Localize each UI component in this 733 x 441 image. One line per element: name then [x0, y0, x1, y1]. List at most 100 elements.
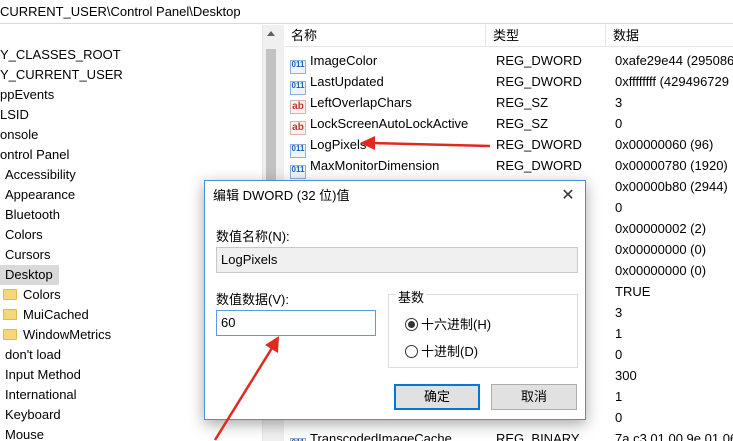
value-row[interactable]: 011 LogPixels REG_DWORD 0x00000060 (96): [284, 134, 733, 158]
value-name: LogPixels: [310, 137, 367, 152]
value-type: REG_SZ: [496, 116, 549, 131]
value-data: 3: [615, 305, 623, 320]
value-row[interactable]: 011 ImageColor REG_DWORD 0xafe29e44 (295086…: [284, 50, 733, 74]
tree-item[interactable]: Bluetooth: [0, 205, 66, 225]
tree-item[interactable]: onsole: [0, 125, 44, 145]
value-name-field: LogPixels: [216, 247, 578, 273]
value-name-cell: ab LockScreenAutoLockActive: [290, 113, 486, 135]
folder-icon: [3, 329, 17, 340]
tree-item-label: Y_CLASSES_ROOT: [0, 47, 121, 62]
tree-item[interactable]: Cursors: [0, 245, 57, 265]
value-data: 0xffffffff (429496729: [615, 74, 729, 89]
tree-item[interactable]: ppEvents: [0, 85, 60, 105]
tree-item-label: Colors: [5, 227, 43, 242]
value-data: 300: [615, 368, 637, 383]
radio-selected-icon: [405, 318, 418, 331]
value-name-cell: ab LeftOverlapChars: [290, 92, 486, 114]
hex-label: 十六进制(H): [421, 317, 492, 332]
tree-item[interactable]: LSID: [0, 105, 35, 125]
tree-item[interactable]: ontrol Panel: [0, 145, 75, 165]
tree-item-label: Bluetooth: [5, 207, 60, 222]
tree-item[interactable]: MuiCached: [0, 305, 95, 325]
tree-item-label: Keyboard: [5, 407, 61, 422]
radio-unselected-icon: [405, 345, 418, 358]
string-value-icon: ab: [290, 121, 306, 135]
value-data: 0x00000b80 (2944): [615, 179, 728, 194]
value-data: 1: [615, 326, 623, 341]
tree-item-label: Mouse: [5, 427, 45, 441]
tree-item-label: ontrol Panel: [0, 147, 70, 162]
value-name-label: 数值名称(N):: [216, 229, 290, 244]
value-type: REG_BINARY: [496, 431, 580, 441]
value-type: REG_DWORD: [496, 53, 582, 68]
tree-item-label: Cursors: [5, 247, 51, 262]
tree-item-label: Accessibility: [5, 167, 76, 182]
address-bar[interactable]: CURRENT_USER\Control Panel\Desktop: [0, 0, 733, 24]
value-name: MaxMonitorDimension: [310, 158, 440, 173]
value-row[interactable]: 011TranscodedImageCache REG_BINARY 7a c3 0…: [284, 428, 733, 441]
tree-item-label: Input Method: [5, 367, 81, 382]
radio-decimal[interactable]: 十进制(D): [405, 341, 478, 360]
value-row[interactable]: 011 MaxMonitorDimension REG_DWORD 0x0000078…: [284, 155, 733, 179]
value-data: 3: [615, 95, 623, 110]
tree-item[interactable]: Y_CLASSES_ROOT: [0, 45, 127, 65]
tree-item-label: International: [5, 387, 77, 402]
column-header-data[interactable]: 数据: [606, 25, 733, 47]
tree-item-label: MuiCached: [23, 307, 89, 322]
value-name-cell: 011TranscodedImageCache: [290, 428, 486, 441]
column-header-type[interactable]: 类型: [486, 25, 606, 47]
tree-item-label: don't load: [5, 347, 61, 362]
tree-item-label: onsole: [0, 127, 39, 142]
scroll-up-icon[interactable]: [267, 31, 275, 36]
value-name: ImageColor: [310, 53, 378, 68]
address-path: CURRENT_USER\Control Panel\Desktop: [0, 4, 241, 19]
tree-item-label: Appearance: [5, 187, 76, 202]
value-data: 0x00000060 (96): [615, 137, 714, 152]
tree-item[interactable]: Input Method: [0, 365, 87, 385]
tree-item[interactable]: Desktop: [0, 265, 59, 285]
tree-item[interactable]: Appearance: [0, 185, 81, 205]
close-icon[interactable]: ✕: [557, 185, 579, 207]
value-row[interactable]: ab LockScreenAutoLockActive REG_SZ 0: [284, 113, 733, 135]
tree-item[interactable]: Colors: [0, 225, 49, 245]
tree-item[interactable]: Keyboard: [0, 405, 67, 425]
value-row[interactable]: 011 LastUpdated REG_DWORD 0xffffffff (42949…: [284, 71, 733, 95]
tree-item[interactable]: Accessibility: [0, 165, 82, 185]
tree-item[interactable]: International: [0, 385, 83, 405]
base-group-label: 基数: [396, 287, 427, 306]
list-header: 名称 类型 数据: [284, 25, 733, 47]
tree-item[interactable]: Y_CURRENT_USER: [0, 65, 129, 85]
value-data: 0: [615, 116, 623, 131]
edit-dword-dialog: 编辑 DWORD (32 位)值 ✕ 数值名称(N): LogPixels 数值…: [204, 180, 586, 420]
value-name: LastUpdated: [310, 74, 384, 89]
tree-item[interactable]: don't load: [0, 345, 67, 365]
value-data-input[interactable]: 60: [216, 310, 376, 336]
value-name: TranscodedImageCache: [310, 431, 452, 441]
value-data: 0xafe29e44 (2950864: [615, 53, 733, 68]
column-header-name[interactable]: 名称: [284, 25, 486, 47]
value-data: 0x00000000 (0): [615, 263, 707, 278]
value-data: 0: [615, 200, 623, 215]
tree-item-label: WindowMetrics: [23, 327, 112, 342]
value-type: REG_DWORD: [496, 137, 582, 152]
tree-item-label: Colors: [23, 287, 61, 302]
folder-icon: [3, 289, 17, 300]
tree-item[interactable]: WindowMetrics: [0, 325, 117, 345]
value-data: 0: [615, 410, 623, 425]
tree-item[interactable]: Colors: [0, 285, 67, 305]
ok-button[interactable]: 确定: [394, 384, 480, 410]
value-type: REG_DWORD: [496, 74, 582, 89]
value-name: LeftOverlapChars: [310, 95, 412, 110]
value-data: 7a c3 01 00 9e 01 06: [615, 431, 733, 441]
value-type: REG_SZ: [496, 95, 549, 110]
value-data: TRUE: [615, 284, 651, 299]
radio-hexadecimal[interactable]: 十六进制(H): [405, 314, 491, 333]
value-data: 1: [615, 389, 623, 404]
value-data: 0: [615, 347, 623, 362]
value-type: REG_DWORD: [496, 158, 582, 173]
value-data: 0x00000000 (0): [615, 242, 707, 257]
value-data-label: 数值数据(V):: [216, 292, 289, 307]
value-row[interactable]: ab LeftOverlapChars REG_SZ 3: [284, 92, 733, 114]
tree-item[interactable]: Mouse: [0, 425, 50, 441]
cancel-button[interactable]: 取消: [491, 384, 577, 410]
